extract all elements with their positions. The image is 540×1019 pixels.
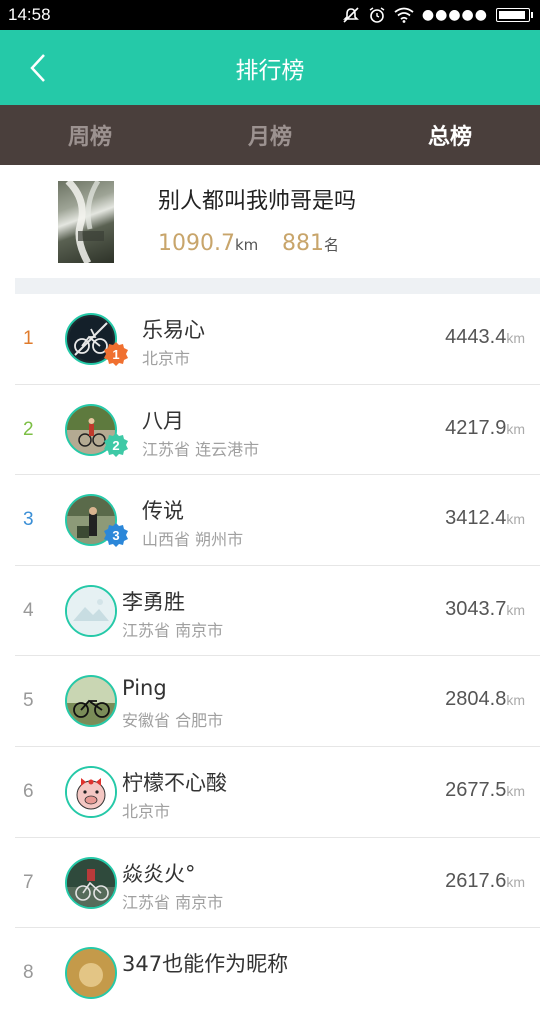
mute-icon — [342, 7, 359, 23]
distance-unit: km — [506, 511, 525, 528]
my-rank-card[interactable]: 别人都叫我帅哥是吗 1090.7km 881名 — [0, 165, 540, 278]
medal-number: 2 — [112, 438, 119, 453]
distance: 2617.6km — [445, 870, 525, 893]
user-name: 八月 — [142, 408, 184, 433]
ranking-row[interactable]: 7 焱炎火° 江苏省 南京市 2617.6km — [15, 838, 540, 929]
wifi-icon — [394, 7, 414, 23]
my-rank-value: 881 — [282, 231, 324, 256]
my-distance: 1090.7km — [158, 231, 258, 256]
rank-number: 8 — [23, 962, 34, 984]
distance-unit: km — [506, 601, 525, 618]
back-button[interactable] — [18, 48, 58, 88]
distance-value: 4217.9 — [445, 416, 507, 439]
distance: 3043.7km — [445, 598, 525, 621]
status-bar: 14:58 ●●●●● — [0, 0, 540, 30]
page-title: 排行榜 — [235, 57, 305, 84]
avatar — [65, 856, 117, 909]
ranking-row[interactable]: 1 1 乐易心 北京市 4443.4km — [15, 294, 540, 385]
chevron-left-icon — [30, 54, 45, 82]
distance-value: 3043.7 — [445, 597, 507, 620]
rank-number: 7 — [23, 871, 34, 893]
battery-icon — [496, 8, 533, 22]
distance-unit: km — [506, 692, 525, 709]
medal-silver-icon: 2 — [104, 432, 128, 457]
signal-strength: ●●●●● — [421, 7, 488, 23]
distance: 2804.8km — [445, 688, 525, 711]
my-distance-unit: km — [234, 236, 259, 254]
alarm-icon — [369, 7, 385, 23]
avatar — [65, 675, 117, 728]
tab-weekly[interactable]: 周榜 — [0, 105, 180, 165]
user-name: Ping — [122, 676, 167, 701]
distance: 4443.4km — [445, 326, 525, 349]
user-city: 山西省 朔州市 — [142, 530, 244, 550]
user-city: 江苏省 南京市 — [122, 620, 224, 640]
rank-number: 4 — [23, 599, 34, 621]
app-bar: 排行榜 — [0, 30, 540, 105]
user-name: 347也能作为昵称 — [122, 952, 289, 977]
distance: 4217.9km — [445, 417, 525, 440]
distance-unit: km — [506, 420, 525, 437]
ranking-row[interactable]: 5 Ping 安徽省 合肥市 2804.8km — [15, 656, 540, 747]
rank-number: 2 — [23, 418, 34, 440]
my-distance-value: 1090.7 — [158, 231, 235, 256]
distance: 2677.5km — [445, 779, 525, 802]
user-city: 北京市 — [122, 801, 171, 821]
distance-value: 3412.4 — [445, 507, 507, 530]
avatar — [65, 947, 117, 1000]
my-cover-image — [58, 181, 114, 263]
status-icons: ●●●●● — [342, 6, 533, 24]
ranking-row[interactable]: 2 2 八月 江苏省 连云港市 4217.9km — [15, 385, 540, 476]
ranking-tabs: 周榜 月榜 总榜 — [0, 105, 540, 165]
medal-number: 1 — [112, 347, 119, 362]
status-time: 14:58 — [8, 5, 51, 24]
tab-monthly[interactable]: 月榜 — [180, 105, 360, 165]
distance: 3412.4km — [445, 507, 525, 530]
section-divider — [15, 278, 540, 294]
rank-number: 1 — [23, 328, 34, 349]
user-name: 传说 — [142, 499, 184, 524]
user-name: 乐易心 — [142, 318, 205, 342]
distance-unit: km — [506, 782, 525, 799]
user-name: 柠檬不心酸 — [122, 770, 227, 795]
my-rank-unit: 名 — [324, 236, 340, 254]
user-name: 焱炎火° — [122, 861, 196, 886]
distance-value: 2804.8 — [445, 688, 507, 711]
rank-number: 3 — [23, 509, 34, 531]
rank-number: 6 — [23, 780, 34, 802]
medal-gold-icon: 1 — [104, 342, 128, 366]
avatar — [65, 765, 117, 818]
ranking-row[interactable]: 6 柠檬不心酸 北京市 2677.5km — [15, 747, 540, 838]
distance-unit: km — [506, 330, 525, 346]
my-nickname: 别人都叫我帅哥是吗 — [158, 189, 357, 214]
user-name: 李勇胜 — [122, 589, 185, 614]
ranking-list: 1 1 乐易心 北京市 4443.4km 2 2 八月 江苏省 连云港市 421… — [0, 294, 540, 1019]
user-city: 江苏省 南京市 — [122, 892, 224, 912]
ranking-row[interactable]: 4 李勇胜 江苏省 南京市 3043.7km — [15, 566, 540, 657]
distance-value: 2617.6 — [445, 869, 507, 892]
user-city: 北京市 — [142, 349, 191, 368]
avatar — [65, 584, 117, 637]
user-city: 江苏省 连云港市 — [142, 439, 260, 459]
rank-number: 5 — [23, 690, 34, 712]
ranking-row[interactable]: 8 347也能作为昵称 — [15, 928, 540, 1019]
my-rank: 881名 — [282, 231, 339, 256]
tab-overall[interactable]: 总榜 — [360, 105, 540, 165]
medal-number: 3 — [112, 528, 119, 543]
distance-unit: km — [506, 873, 525, 890]
medal-bronze-icon: 3 — [104, 523, 128, 548]
distance-value: 4443.4 — [445, 326, 507, 348]
user-city: 安徽省 合肥市 — [122, 711, 224, 731]
ranking-row[interactable]: 3 3 传说 山西省 朔州市 3412.4km — [15, 475, 540, 566]
distance-value: 2677.5 — [445, 778, 507, 801]
